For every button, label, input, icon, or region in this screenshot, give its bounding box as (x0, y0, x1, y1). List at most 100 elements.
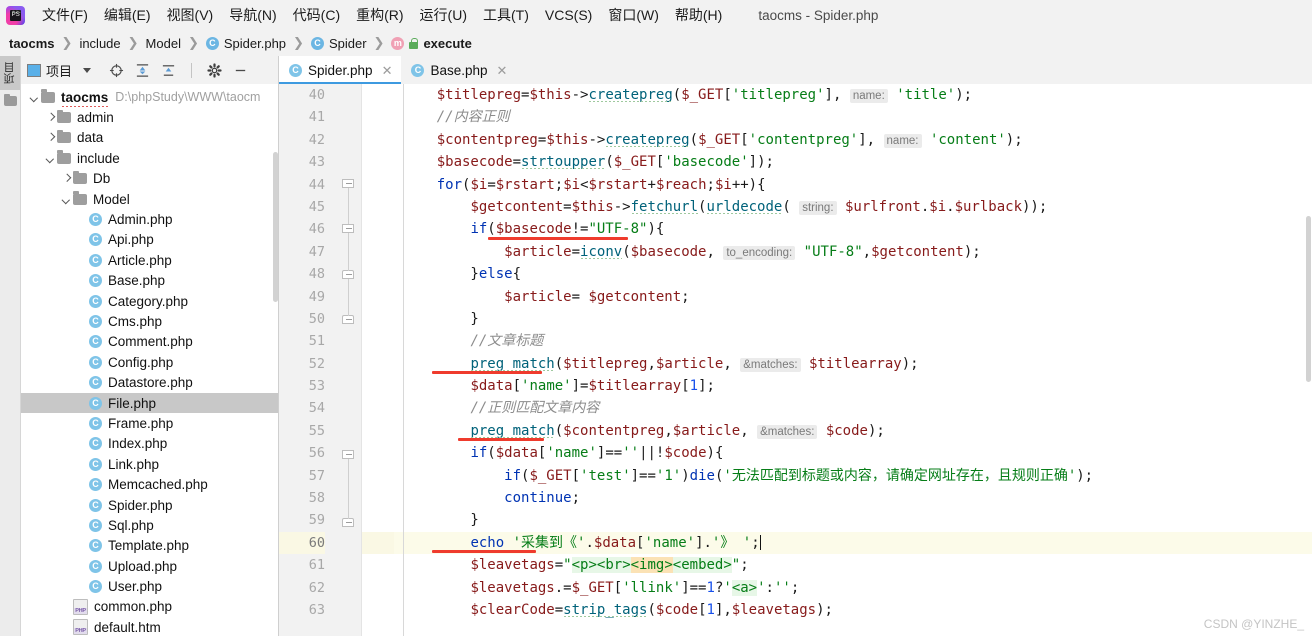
tree-item-taocms[interactable]: taocms D:\phpStudy\WWW\taocm (21, 87, 278, 107)
menu-item-tools[interactable]: 工具(T) (475, 3, 537, 27)
project-panel-title[interactable]: 项目 (27, 61, 72, 80)
locate-target-icon[interactable] (109, 63, 124, 78)
tree-item-data[interactable]: data (21, 128, 278, 148)
code-line[interactable]: $contentpreg=$this->createpreg($_GET['co… (394, 129, 1312, 151)
tree-item-default-htm[interactable]: default.htm (21, 617, 278, 636)
line-marker (362, 286, 394, 308)
tab-spider-php[interactable]: C Spider.php ✕ (279, 56, 402, 84)
tree-item-upload-php[interactable]: C Upload.php (21, 556, 278, 576)
menu-item-refactor[interactable]: 重构(R) (348, 3, 411, 27)
breadcrumb-item-taocms[interactable]: taocms (9, 36, 55, 51)
code-line[interactable]: if($data['name']==''||!$code){ (394, 442, 1312, 464)
chevron-right-icon[interactable] (45, 112, 56, 123)
menu-item-view[interactable]: 视图(V) (159, 3, 222, 27)
fold-marker-icon[interactable] (342, 315, 354, 327)
code-line[interactable]: $data['name']=$titlearray[1]; (394, 375, 1312, 397)
code-line[interactable]: $article=iconv($basecode, to_encoding: "… (394, 241, 1312, 263)
tree-item-index-php[interactable]: C Index.php (21, 434, 278, 454)
menu-item-vcs[interactable]: VCS(S) (537, 5, 600, 25)
php-class-icon: C (89, 233, 102, 247)
tree-item-admin-php[interactable]: C Admin.php (21, 209, 278, 229)
settings-gear-icon[interactable] (207, 62, 222, 78)
code-line[interactable]: //内容正则 (394, 106, 1312, 128)
project-scrollbar-thumb[interactable] (273, 152, 278, 302)
tree-item-base-php[interactable]: C Base.php (21, 271, 278, 291)
scrollbar-thumb[interactable] (1306, 216, 1311, 383)
tree-item-db[interactable]: Db (21, 169, 278, 189)
breadcrumb-item-model[interactable]: Model (146, 36, 181, 51)
code-line[interactable]: $titlepreg=$this->createpreg($_GET['titl… (394, 84, 1312, 106)
tree-item-include[interactable]: include (21, 148, 278, 168)
ide-window: 文件(F) 编辑(E) 视图(V) 导航(N) 代码(C) 重构(R) 运行(U… (0, 0, 1312, 636)
tree-item-user-php[interactable]: C User.php (21, 576, 278, 596)
code-line[interactable]: for($i=$rstart;$i<$rstart+$reach;$i++){ (394, 174, 1312, 196)
menu-item-edit[interactable]: 编辑(E) (96, 3, 159, 27)
code-line[interactable]: }else{ (394, 263, 1312, 285)
menu-item-run[interactable]: 运行(U) (412, 3, 475, 27)
tree-item-article-php[interactable]: C Article.php (21, 250, 278, 270)
code-line[interactable]: $getcontent=$this->fetchurl(urldecode( s… (394, 196, 1312, 218)
code-line[interactable]: } (394, 308, 1312, 330)
close-icon[interactable]: ✕ (382, 64, 393, 77)
code-fold-column[interactable] (335, 84, 361, 636)
menu-item-help[interactable]: 帮助(H) (667, 3, 730, 27)
code-line[interactable]: $leavetags="<p><br><img><embed>"; (394, 554, 1312, 576)
menu-item-window[interactable]: 窗口(W) (600, 3, 667, 27)
tree-item-sql-php[interactable]: C Sql.php (21, 515, 278, 535)
chevron-right-icon[interactable] (45, 132, 56, 143)
code-line[interactable]: //正则匹配文章内容 (394, 397, 1312, 419)
tab-base-php[interactable]: C Base.php ✕ (401, 56, 517, 84)
chevron-right-icon[interactable] (61, 173, 72, 184)
tree-item-config-php[interactable]: C Config.php (21, 352, 278, 372)
breadcrumb-item-spider-php[interactable]: C Spider.php (205, 36, 286, 51)
tab-label: Spider.php (308, 62, 373, 78)
breadcrumb-item-execute[interactable]: m execute (391, 36, 472, 51)
collapse-all-icon[interactable] (161, 63, 176, 78)
menu-item-file[interactable]: 文件(F) (34, 3, 96, 27)
code-line[interactable]: $clearCode=strip_tags($code[1],$leavetag… (394, 599, 1312, 621)
tree-item-common-php[interactable]: common.php (21, 597, 278, 617)
code-line[interactable]: continue; (394, 487, 1312, 509)
code-content[interactable]: $titlepreg=$this->createpreg($_GET['titl… (394, 84, 1312, 636)
tree-item-api-php[interactable]: C Api.php (21, 230, 278, 250)
chevron-down-icon[interactable] (83, 67, 92, 73)
tree-item-memcached-php[interactable]: C Memcached.php (21, 474, 278, 494)
tree-item-datastore-php[interactable]: C Datastore.php (21, 372, 278, 392)
code-line[interactable]: } (394, 509, 1312, 531)
php-class-icon: C (89, 518, 102, 532)
tree-item-cms-php[interactable]: C Cms.php (21, 311, 278, 331)
tree-item-label: common.php (94, 599, 173, 615)
tree-item-spider-php[interactable]: C Spider.php (21, 495, 278, 515)
tree-item-model[interactable]: Model (21, 189, 278, 209)
code-line[interactable]: $article= $getcontent; (394, 286, 1312, 308)
structure-folder-icon[interactable] (3, 93, 17, 106)
chevron-down-icon[interactable] (61, 194, 72, 205)
expand-all-icon[interactable] (135, 63, 150, 78)
code-line[interactable]: $basecode=strtoupper($_GET['basecode']); (394, 151, 1312, 173)
code-editor[interactable]: 40 41 42 43 44 45 46 47 48 49 50 51 52 53 54 55 56 57 58 59… (279, 84, 1312, 636)
chevron-down-icon[interactable] (29, 92, 40, 103)
project-file-tree[interactable]: taocms D:\phpStudy\WWW\taocm admin data incl… (21, 84, 278, 636)
tree-item-admin[interactable]: admin (21, 107, 278, 127)
fold-marker-icon[interactable] (342, 518, 354, 530)
editor-vertical-scrollbar[interactable] (1305, 84, 1312, 636)
menu-item-navigate[interactable]: 导航(N) (221, 3, 284, 27)
chevron-down-icon[interactable] (45, 153, 56, 164)
code-line[interactable]: $leavetags.=$_GET['llink']==1?'<a>':''; (394, 577, 1312, 599)
breadcrumb-item-include[interactable]: include (79, 36, 120, 51)
tree-item-category-php[interactable]: C Category.php (21, 291, 278, 311)
code-line[interactable]: if($_GET['test']=='1')die('无法匹配到标题或内容，请确… (394, 465, 1312, 487)
menu-item-code[interactable]: 代码(C) (285, 3, 348, 27)
hide-panel-icon[interactable] (233, 63, 248, 78)
tree-item-frame-php[interactable]: C Frame.php (21, 413, 278, 433)
tree-item-template-php[interactable]: C Template.php (21, 536, 278, 556)
breadcrumb-item-spider-class[interactable]: C Spider (310, 36, 367, 51)
tree-item-link-php[interactable]: C Link.php (21, 454, 278, 474)
tool-button-project[interactable]: 项目 (0, 56, 20, 90)
tree-item-comment-php[interactable]: C Comment.php (21, 332, 278, 352)
tree-item-file-php[interactable]: C File.php (21, 392, 278, 414)
code-line[interactable]: //文章标题 (394, 330, 1312, 352)
close-icon[interactable]: ✕ (497, 64, 508, 77)
